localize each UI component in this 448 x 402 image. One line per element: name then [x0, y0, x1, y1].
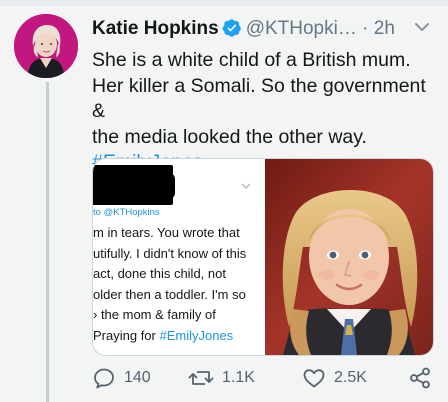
embedded-text-fragment: Praying for	[93, 327, 160, 343]
timestamp[interactable]: 2h	[374, 18, 395, 39]
embedded-text-line: › the mom & family of	[93, 307, 216, 322]
embedded-text: m in tears. You wrote that utifully. I d…	[93, 223, 265, 346]
tweet-header: Katie Hopkins @KTHopki… · 2h	[92, 16, 437, 42]
reply-button[interactable]: 140	[92, 364, 151, 392]
embedded-text-line: m in tears. You wrote that	[93, 225, 240, 240]
verified-icon	[222, 18, 242, 46]
embedded-media-card[interactable]: to @KTHopkins m in tears. You wrote that…	[92, 158, 434, 356]
tweet-text-line: She is a white child of a British mum.	[92, 49, 411, 71]
redaction-block	[153, 173, 175, 199]
reply-icon	[92, 366, 116, 390]
retweet-count: 1.1K	[222, 369, 255, 386]
embedded-hashtag: #EmilyJones	[159, 327, 234, 343]
thread-connector-line	[46, 82, 49, 402]
reply-count: 140	[124, 369, 151, 386]
retweet-icon	[188, 366, 214, 390]
author-handle[interactable]: @KTHopki…	[246, 18, 357, 39]
like-count: 2.5K	[334, 369, 367, 386]
embedded-text-line: older then a toddler. I'm so	[93, 286, 246, 302]
reply-to-label: to @KTHopkins	[93, 207, 160, 218]
tweet-actions: 140 1.1K 2.5K	[92, 364, 442, 392]
like-button[interactable]: 2.5K	[302, 364, 367, 392]
like-icon	[302, 366, 326, 390]
author-name[interactable]: Katie Hopkins	[92, 18, 219, 39]
share-icon	[408, 366, 432, 390]
tweet-text-line: the media looked the other way.	[92, 125, 367, 148]
embedded-screenshot: to @KTHopkins m in tears. You wrote that…	[93, 159, 265, 355]
embedded-text-line: Praying for #EmilyJones	[93, 326, 265, 347]
tweet-text: She is a white child of a British mum. H…	[92, 48, 442, 176]
embedded-text-line: utifully. I didn't know of this	[93, 245, 247, 261]
chevron-down-icon	[241, 177, 251, 195]
chevron-down-icon[interactable]	[414, 20, 430, 39]
tweet-text-line: Her killer a Somali. So the government &	[92, 74, 426, 123]
top-divider	[0, 0, 448, 6]
share-button[interactable]	[408, 364, 432, 392]
retweet-button[interactable]: 1.1K	[188, 364, 255, 392]
avatar[interactable]	[14, 14, 78, 78]
child-portrait-photo	[265, 159, 433, 355]
embedded-text-line: act, done this child, not	[93, 266, 226, 281]
separator-dot: ·	[362, 18, 369, 39]
